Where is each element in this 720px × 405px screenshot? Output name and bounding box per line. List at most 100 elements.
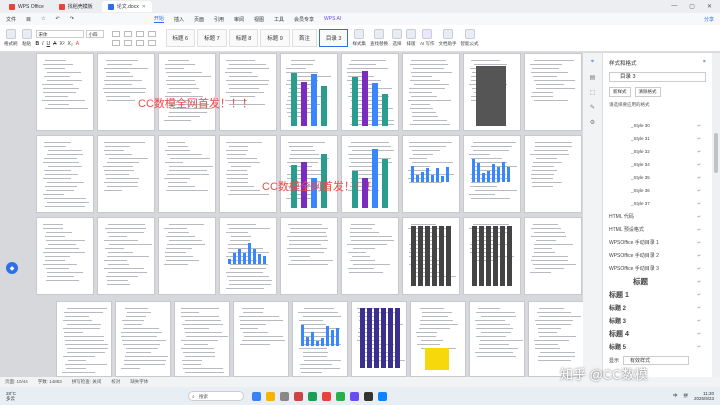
page-thumbnail[interactable]	[115, 301, 171, 377]
style-list-item[interactable]: 标题 2 ↵	[609, 301, 705, 314]
format-painter-button[interactable]: 格式刷	[4, 29, 18, 47]
menu-review[interactable]: 审阅	[234, 16, 244, 23]
style-list-item[interactable]: _Style 30 ↵	[609, 119, 705, 132]
style-list-item[interactable]: 标题 ↵	[609, 275, 705, 288]
menu-home[interactable]: 开始	[153, 15, 164, 23]
style-list-item[interactable]: WPSOffice 手动目录 3 ↵	[609, 262, 705, 275]
clear-format-button[interactable]: 清除格式	[634, 87, 661, 97]
page-thumbnail[interactable]	[97, 217, 155, 295]
subscript-button[interactable]: X₂	[67, 41, 72, 47]
style-list-item[interactable]: 标题 3 ↵	[609, 314, 705, 327]
style-toc-3[interactable]: 目录 3	[318, 29, 349, 47]
layout-button[interactable]: 排版	[405, 29, 416, 47]
styles-icon[interactable]: ▤	[590, 74, 596, 81]
page-thumbnail[interactable]	[341, 217, 399, 295]
maximize-button[interactable]: ▢	[689, 3, 695, 10]
page-thumbnail[interactable]	[463, 53, 521, 131]
page-thumbnail[interactable]	[219, 217, 277, 295]
page-thumbnail[interactable]	[402, 53, 460, 131]
app-icon[interactable]	[294, 391, 303, 401]
page-thumbnail[interactable]	[524, 53, 582, 131]
style-list-item[interactable]: HTML 代码 ↵	[609, 210, 705, 223]
menu-reference[interactable]: 引用	[214, 16, 224, 23]
page-thumbnail[interactable]	[351, 301, 407, 377]
style-list-item[interactable]: _Style 31 ↵	[609, 132, 705, 145]
page-thumbnail[interactable]	[280, 135, 338, 213]
style-set-button[interactable]: 样式集	[352, 29, 366, 47]
find-replace-button[interactable]: 查找替换	[370, 29, 388, 47]
menu-folder-icon[interactable]: 目	[26, 16, 31, 23]
font-name-select[interactable]: 宋体	[35, 29, 84, 38]
clock[interactable]: 11:20 2025/9/23	[694, 391, 714, 401]
menu-file[interactable]: 文件	[6, 16, 16, 23]
page-thumbnail[interactable]	[158, 217, 216, 295]
style-list-item[interactable]: _Style 36 ↵	[609, 184, 705, 197]
page-thumbnail[interactable]	[463, 217, 521, 295]
style-list-item[interactable]: _Style 34 ↵	[609, 158, 705, 171]
style-list-item[interactable]: 标题 1 ↵	[609, 288, 705, 301]
page-thumbnail[interactable]	[36, 217, 94, 295]
page-thumbnail[interactable]	[158, 135, 216, 213]
page-thumbnail[interactable]	[280, 217, 338, 295]
style-list-item[interactable]: 标题 5 ↵	[609, 340, 705, 353]
outdent-icon[interactable]	[147, 30, 156, 37]
page-thumbnail[interactable]	[97, 135, 155, 213]
share-button[interactable]: 分享	[704, 16, 714, 23]
document-canvas[interactable]: CC数模全网首发！！！ CC数模全网首发！！！	[0, 53, 584, 377]
new-style-button[interactable]: 新样式	[609, 87, 631, 97]
page-thumbnail[interactable]	[36, 53, 94, 131]
doc-assistant-button[interactable]: 文档助手	[439, 29, 457, 47]
page-thumbnail[interactable]	[174, 301, 230, 377]
style-list-item[interactable]: _Style 35 ↵	[609, 171, 705, 184]
location-icon[interactable]: ⌖	[591, 59, 594, 66]
page-thumbnail[interactable]	[292, 301, 348, 377]
page-thumbnail[interactable]	[410, 301, 466, 377]
page-thumbnail[interactable]	[341, 135, 399, 213]
page-thumbnail[interactable]	[402, 217, 460, 295]
redo-icon[interactable]: ↷	[70, 16, 74, 22]
style-list-item[interactable]: _Style 32 ↵	[609, 145, 705, 158]
menu-tools[interactable]: 工具	[274, 16, 284, 23]
menu-member[interactable]: 会员专享	[294, 16, 314, 23]
page-thumbnail[interactable]	[341, 53, 399, 131]
proofread[interactable]: 校对	[111, 379, 120, 385]
ai-write-button[interactable]: AI 写作	[420, 29, 435, 47]
current-style-field[interactable]: 目录 3	[609, 72, 706, 82]
page-thumbnail[interactable]	[36, 135, 94, 213]
font-color-button[interactable]: A	[76, 41, 79, 47]
page-thumbnail[interactable]	[524, 135, 582, 213]
page-thumbnail[interactable]	[524, 217, 582, 295]
page-thumbnail[interactable]	[280, 53, 338, 131]
missing-font[interactable]: 缺失字体	[130, 379, 148, 385]
font-size-select[interactable]: 小四	[85, 29, 104, 38]
page-thumbnail[interactable]	[158, 53, 216, 131]
page-thumbnail[interactable]	[463, 135, 521, 213]
ime-mode[interactable]: 拼	[683, 393, 688, 399]
paste-button[interactable]: 粘贴	[21, 29, 32, 47]
spell-check[interactable]: 拼写检查: 关闭	[72, 379, 102, 385]
page-thumbnail[interactable]	[56, 301, 112, 377]
select-button[interactable]: 选择	[391, 29, 402, 47]
menu-star-icon[interactable]: ☆	[41, 16, 45, 22]
settings-icon[interactable]: ⚙	[590, 119, 595, 126]
wechat-icon[interactable]	[336, 391, 345, 401]
bullet-list-icon[interactable]	[111, 30, 120, 37]
tab-wps-office[interactable]: WPS Office	[3, 1, 50, 12]
page-thumbnail[interactable]	[469, 301, 525, 377]
bold-button[interactable]: B	[36, 41, 40, 47]
menu-view[interactable]: 视图	[254, 16, 264, 23]
page-thumbnail[interactable]	[97, 53, 155, 131]
style-list-item[interactable]: HTML 预设格式 ↵	[609, 223, 705, 236]
app-icon[interactable]	[364, 391, 373, 401]
undo-icon[interactable]: ↶	[56, 16, 60, 22]
superscript-button[interactable]: X²	[59, 41, 64, 47]
style-heading-8[interactable]: 标题 8	[228, 29, 259, 47]
page-count[interactable]: 页面: 10/44	[5, 379, 28, 385]
tools-icon[interactable]: ✎	[590, 104, 595, 111]
smart-formula-button[interactable]: 智能公式	[461, 29, 479, 47]
close-tab-icon[interactable]: ✕	[142, 4, 146, 10]
page-thumbnail[interactable]	[233, 301, 289, 377]
scroll-thumb[interactable]	[714, 133, 718, 173]
word-count[interactable]: 字数: 14883	[38, 379, 62, 385]
app-icon[interactable]	[350, 391, 359, 401]
